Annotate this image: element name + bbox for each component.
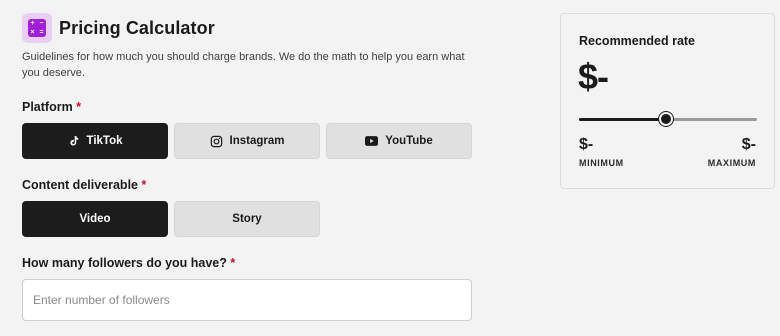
platform-youtube-label: YouTube — [385, 135, 433, 147]
deliverable-story-label: Story — [232, 213, 262, 225]
maximum-value: $- — [741, 136, 756, 153]
recommended-rate-panel: Recommended rate $- $- MINIMUM $- MAXIMU… — [560, 13, 775, 189]
youtube-icon — [365, 136, 379, 146]
deliverable-label-text: Content deliverable — [22, 178, 138, 192]
page-header: + − × = Pricing Calculator — [22, 13, 215, 43]
deliverable-video-label: Video — [79, 213, 111, 225]
platform-instagram-label: Instagram — [229, 135, 285, 147]
recommended-rate-value: $- — [578, 56, 609, 97]
rate-slider-fill — [579, 118, 667, 121]
rate-slider-thumb[interactable] — [659, 112, 674, 126]
platform-label: Platform * — [22, 100, 81, 114]
required-mark: * — [141, 178, 147, 192]
page-subtitle: Guidelines for how much you should charg… — [22, 51, 465, 79]
platform-youtube-button[interactable]: YouTube — [326, 123, 472, 159]
page-title: Pricing Calculator — [59, 17, 215, 38]
required-mark: * — [76, 100, 82, 114]
deliverable-options: Video Story — [22, 201, 320, 237]
instagram-icon — [210, 135, 223, 148]
rate-slider-track[interactable] — [579, 112, 757, 126]
platform-tiktok-button[interactable]: TikTok — [22, 123, 168, 159]
platform-options: TikTok Instagram YouTube — [22, 123, 472, 159]
calculator-icon: + − × = — [22, 13, 52, 43]
platform-tiktok-label: TikTok — [86, 135, 123, 147]
minimum-label: MINIMUM — [579, 158, 624, 168]
recommended-rate-title: Recommended rate — [579, 34, 696, 48]
minimum-value: $- — [579, 136, 594, 153]
tiktok-icon — [68, 135, 80, 147]
followers-input[interactable] — [22, 279, 472, 321]
platform-label-text: Platform — [22, 100, 73, 114]
platform-instagram-button[interactable]: Instagram — [174, 123, 320, 159]
maximum-label: MAXIMUM — [707, 158, 756, 168]
deliverable-label: Content deliverable * — [22, 178, 146, 192]
deliverable-story-button[interactable]: Story — [174, 201, 320, 237]
required-mark: * — [230, 256, 236, 270]
deliverable-video-button[interactable]: Video — [22, 201, 168, 237]
followers-label-text: How many followers do you have? — [22, 256, 227, 270]
followers-label: How many followers do you have? * — [22, 256, 235, 270]
